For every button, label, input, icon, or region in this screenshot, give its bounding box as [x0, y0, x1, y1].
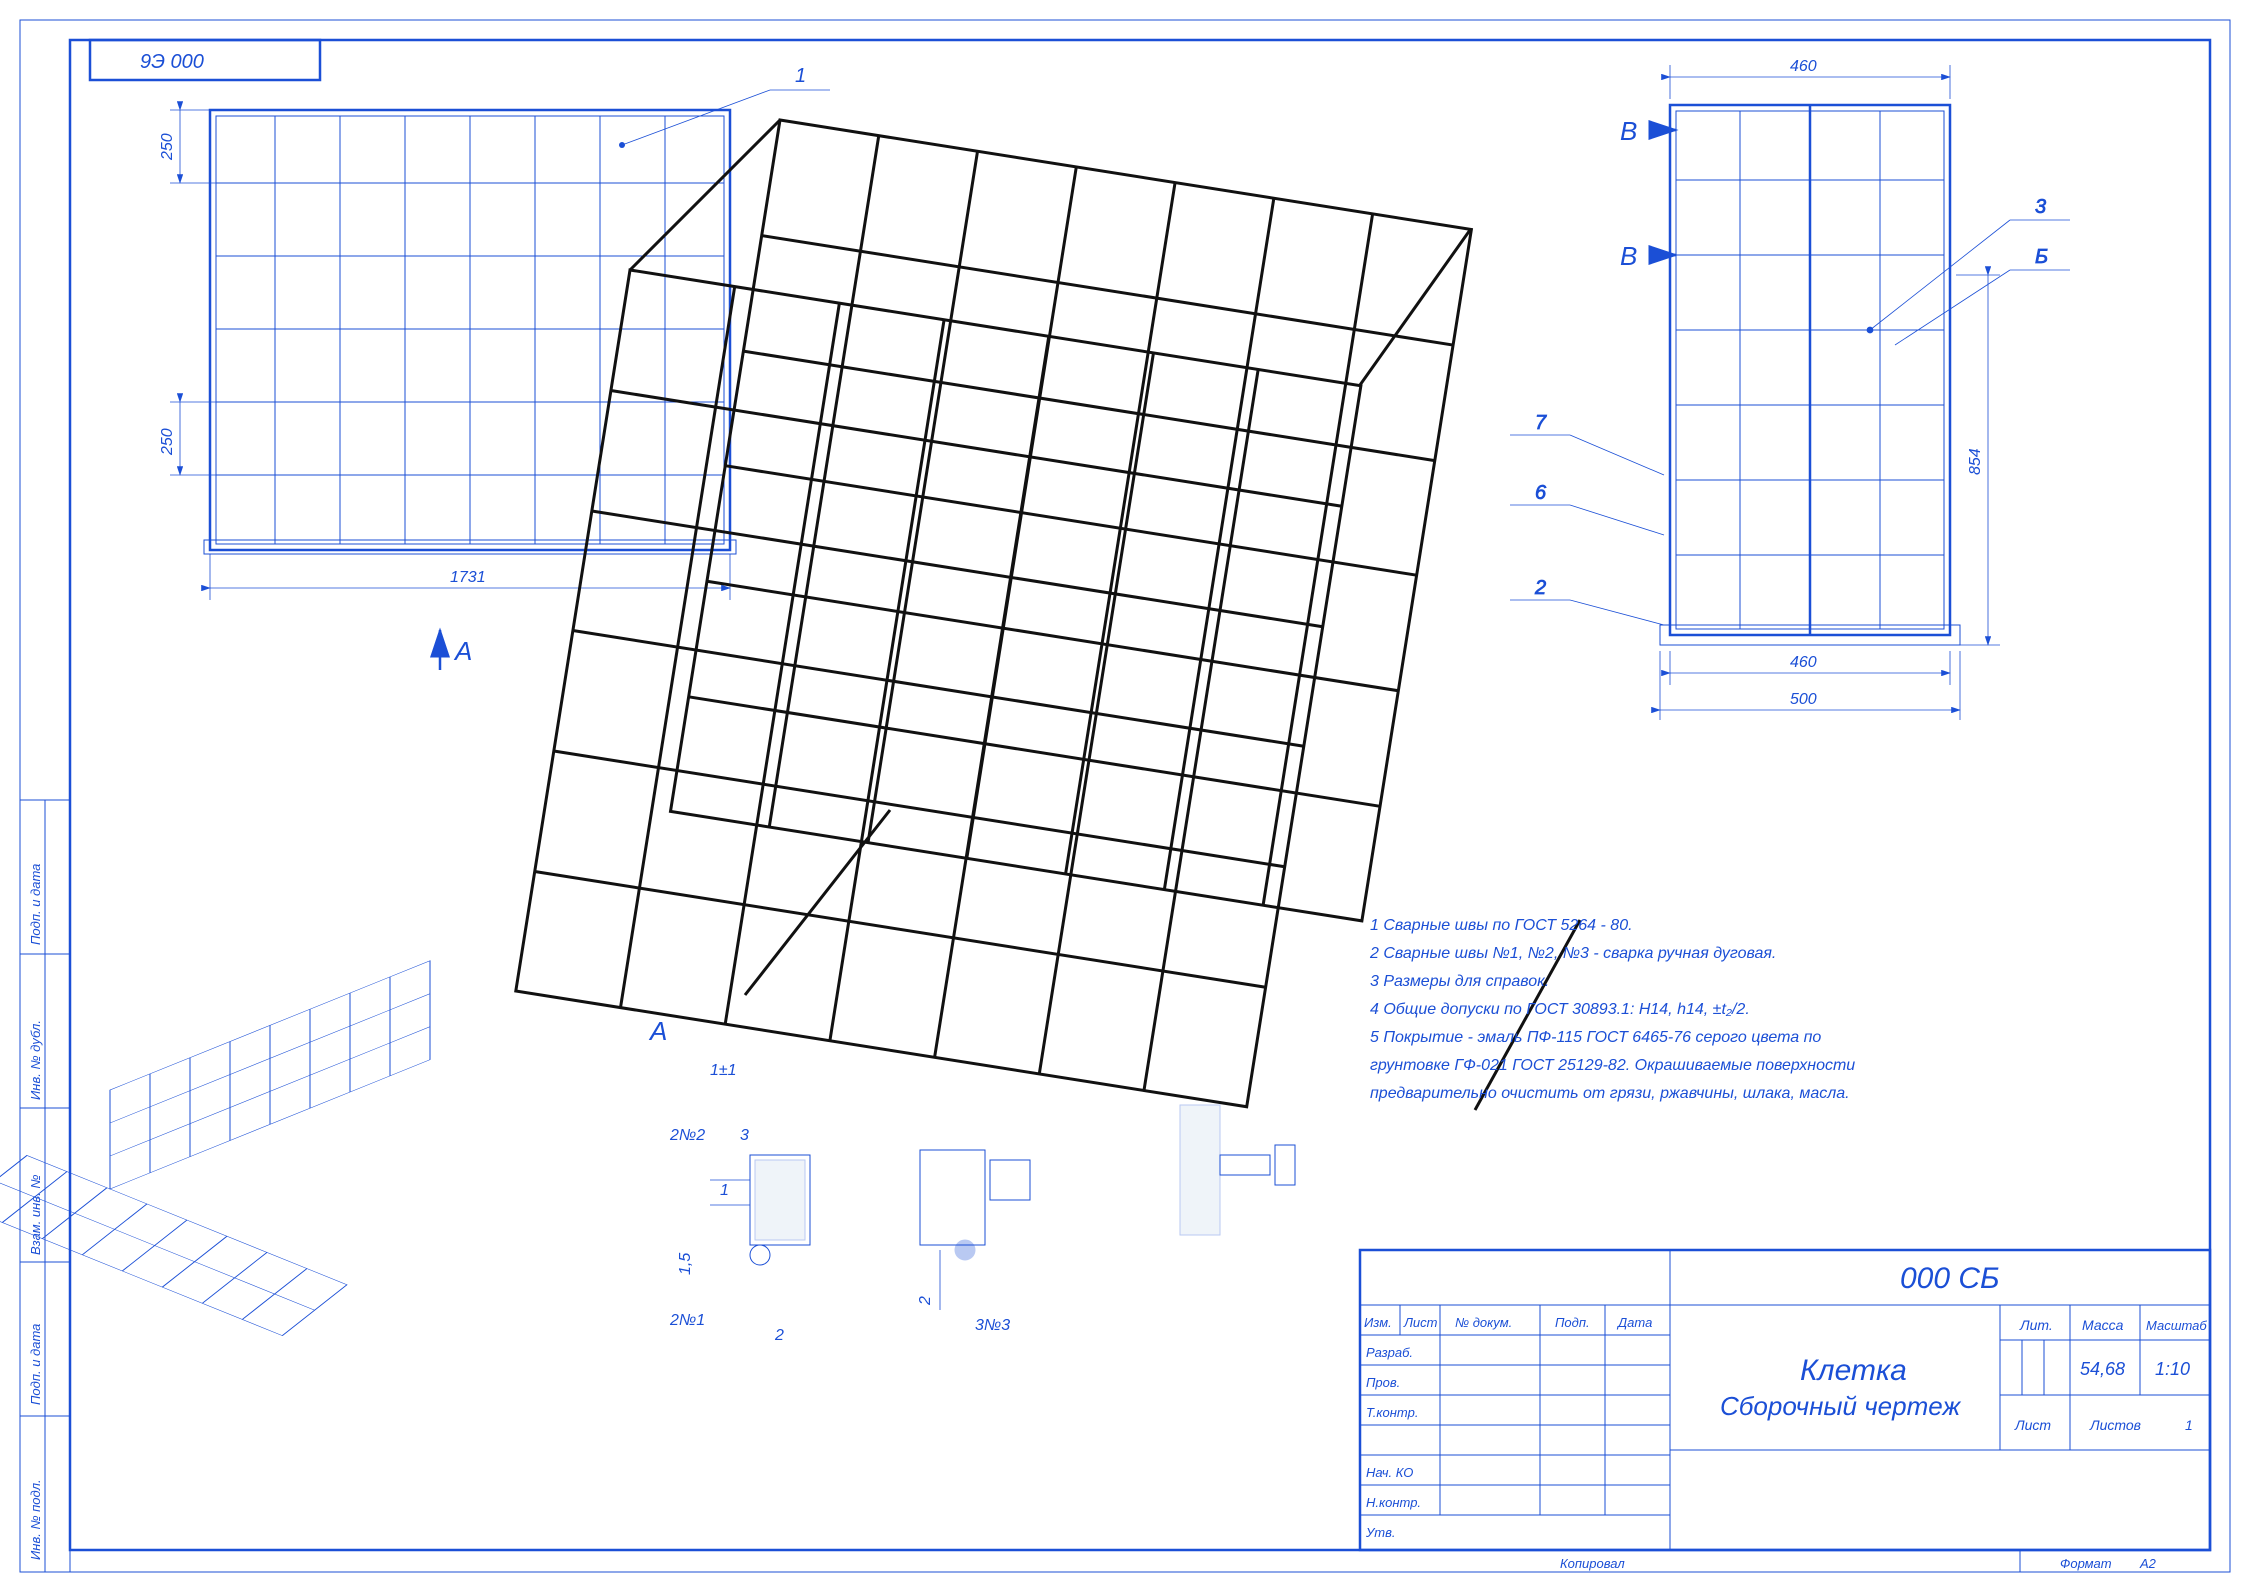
note-2: 2 Сварные швы №1, №2, №3 - сварка ручная… — [1369, 945, 1776, 962]
note-5b: грунтовке ГФ-021 ГОСТ 25129-82. Окрашива… — [1370, 1057, 1855, 1074]
callout-7: 7 — [1535, 412, 1547, 434]
callout-6: 6 — [1535, 482, 1547, 504]
dim-854: 854 — [1967, 448, 1984, 475]
weld-3n3: 3№3 — [975, 1317, 1010, 1334]
note-5c: предварительно очистить от грязи, ржавчи… — [1370, 1085, 1850, 1102]
footer-strip: Копировал Формат А2 — [1360, 1550, 2210, 1572]
ss-5: Подп. и дата — [28, 864, 43, 945]
format: Формат — [2060, 1556, 2112, 1571]
h-ndoc: № докум. — [1455, 1315, 1512, 1330]
dim-1731: 1731 — [450, 569, 486, 586]
drawing-number-box — [90, 40, 320, 80]
mass-val: 54,68 — [2080, 1359, 2125, 1379]
callout-2: 2 — [1534, 577, 1546, 599]
notes-block: 1 Сварные швы по ГОСТ 5264 - 80. 2 Сварн… — [1369, 917, 1855, 1102]
lit: Лит. — [2019, 1317, 2053, 1333]
section-b1: В — [1620, 116, 1637, 146]
dim-1-5: 1,5 — [677, 1253, 694, 1275]
kopiroval: Копировал — [1560, 1556, 1625, 1571]
h-list: Лист — [1403, 1315, 1438, 1330]
callout-1: 1 — [795, 65, 806, 87]
ss-2: Подп. и дата — [28, 1324, 43, 1405]
listov-val: 1 — [2185, 1417, 2193, 1433]
r-nkontr: Н.контр. — [1366, 1495, 1421, 1510]
note-4: 4 Общие допуски по ГОСТ 30893.1: H14, h1… — [1370, 1001, 1750, 1018]
section-a-label: А — [648, 1016, 667, 1046]
dim-2a: 2 — [774, 1327, 784, 1344]
masshtab: Масштаб — [2146, 1318, 2207, 1333]
dim-460-bot: 460 — [1790, 654, 1817, 671]
massa: Масса — [2082, 1317, 2124, 1333]
callout-b-letter: Б — [2035, 246, 2048, 268]
note-1: 1 Сварные швы по ГОСТ 5264 - 80. — [1370, 917, 1633, 934]
dim-500: 500 — [1790, 691, 1817, 708]
r-tkontr: Т.контр. — [1366, 1405, 1418, 1420]
dim-3-label: 3 — [740, 1127, 749, 1144]
list-label: Лист — [2014, 1417, 2051, 1433]
ss-3: Взам. инв. № — [28, 1175, 43, 1255]
r-nachko: Нач. КО — [1366, 1465, 1413, 1480]
h-data: Дата — [1616, 1315, 1652, 1330]
detail-views: А 1±1 2№2 3 1 1,5 2№1 2 2 3№3 — [648, 1016, 1295, 1344]
side-view: 460 В В 3 Б 7 6 2 854 — [1510, 58, 2070, 720]
r-razrab: Разраб. — [1366, 1345, 1413, 1360]
dim-250-mid: 250 — [159, 428, 176, 456]
ss-1: Инв. № подл. — [28, 1479, 43, 1560]
h-podp: Подп. — [1555, 1315, 1590, 1330]
drawing-sheet: 9Э 000 1 250 250 — [0, 0, 2250, 1592]
callout-3: 3 — [2035, 196, 2046, 218]
name1: Клетка — [1800, 1354, 1907, 1387]
inner-border — [70, 40, 2210, 1550]
ss-4: Инв. № дубл. — [28, 1020, 43, 1100]
name2: Сборочный чертеж — [1720, 1391, 1961, 1421]
listov-label: Листов — [2089, 1417, 2141, 1433]
r-utv: Утв. — [1365, 1525, 1396, 1540]
side-strip: Инв. № подл. Подп. и дата Взам. инв. № И… — [20, 800, 70, 1572]
front-view: 1 250 250 1731 А — [159, 65, 830, 670]
tol-1-7: 1±1 — [710, 1062, 737, 1079]
dim-2b: 2 — [917, 1296, 934, 1306]
section-a-arrow: А — [453, 636, 472, 666]
format-val: А2 — [2139, 1556, 2157, 1571]
dim-460-top: 460 — [1790, 58, 1817, 75]
isometric-blue — [0, 961, 430, 1336]
dim-1: 1 — [720, 1182, 729, 1199]
outer-border — [20, 20, 2230, 1572]
drawing-number: 9Э 000 — [140, 51, 204, 73]
code: 000 СБ — [1900, 1262, 2000, 1295]
scale-val: 1:10 — [2155, 1359, 2190, 1379]
title-block: 000 СБ Изм. Лист № докум. Подп. Дата Раз… — [1360, 1250, 2210, 1550]
r-prov: Пров. — [1366, 1375, 1400, 1390]
h-izm: Изм. — [1364, 1315, 1392, 1330]
weld-2n1: 2№1 — [669, 1312, 705, 1329]
dim-250-top: 250 — [159, 133, 176, 161]
section-b2: В — [1620, 241, 1637, 271]
weld-2n2: 2№2 — [669, 1127, 705, 1144]
note-5a: 5 Покрытие - эмаль ПФ-115 ГОСТ 6465-76 с… — [1370, 1029, 1821, 1046]
note-3: 3 Размеры для справок. — [1370, 973, 1549, 990]
